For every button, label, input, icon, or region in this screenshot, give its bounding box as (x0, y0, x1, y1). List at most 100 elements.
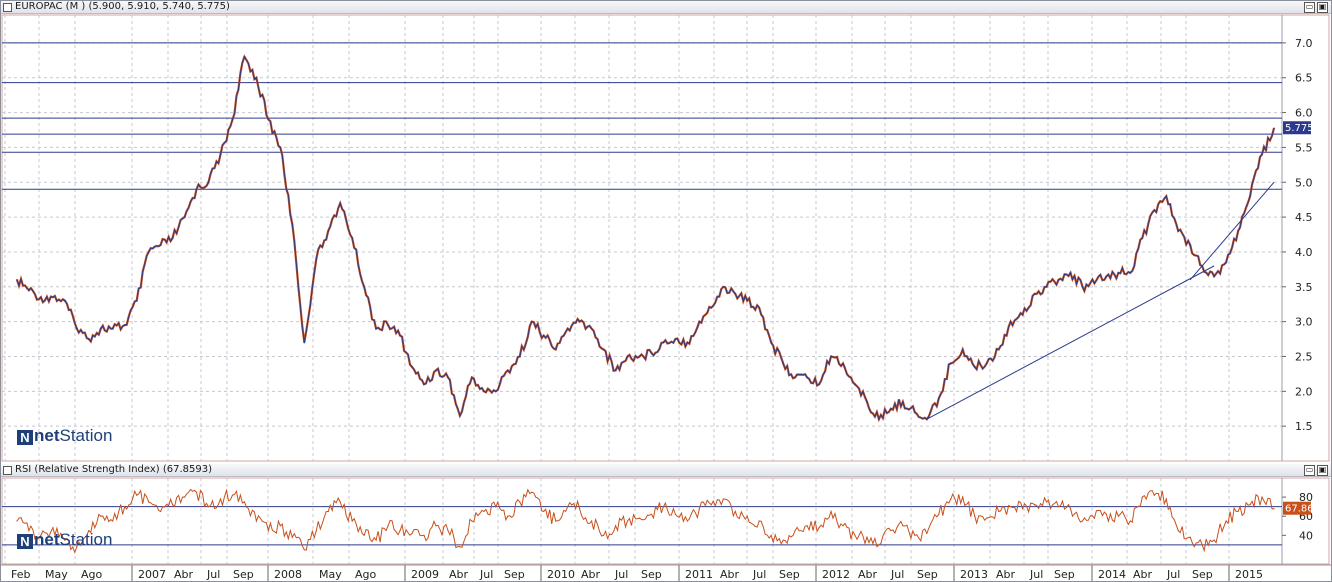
rsi-point (399, 529, 401, 532)
x-tick-label: Abr (720, 568, 740, 581)
rsi-point (363, 534, 365, 536)
rsi-point (327, 510, 329, 513)
price-point (758, 306, 761, 309)
price-point (937, 397, 940, 400)
x-tick-label: Sep (1192, 568, 1213, 581)
price-point (52, 296, 54, 299)
rsi-point (1117, 515, 1119, 517)
rsi-point (375, 539, 377, 541)
rsi-point (938, 513, 940, 515)
price-point (171, 237, 174, 239)
x-tick-label: Jul (614, 568, 628, 581)
price-point (28, 289, 30, 292)
rsi-point (112, 520, 114, 522)
price-point (291, 223, 294, 225)
rsi-point (1261, 496, 1263, 498)
rsi-point (1093, 517, 1096, 519)
price-point (686, 341, 689, 344)
rsi-point (662, 506, 665, 508)
x-tick-label: May (319, 568, 342, 581)
netstation-logo-rsi: NnetStation (17, 530, 112, 550)
logo-station: Station (59, 530, 113, 549)
price-point (111, 327, 114, 330)
price-y-tick-label: 5.5 (1295, 141, 1313, 154)
price-point (255, 76, 258, 79)
rsi-point (279, 525, 281, 527)
rsi-point (1057, 506, 1060, 508)
price-point (339, 202, 342, 204)
price-point (435, 369, 437, 372)
x-tick-label: May (45, 568, 68, 581)
logo-station: Station (59, 426, 113, 445)
rsi-point (1273, 508, 1275, 510)
price-point (1093, 282, 1096, 285)
price-point (830, 355, 832, 358)
price-point (375, 327, 377, 330)
price-point (1141, 237, 1144, 239)
rsi-point (423, 534, 425, 536)
netstation-logo: NnetStation (17, 426, 112, 446)
x-tick-label: 2014 (1098, 568, 1126, 581)
price-point (399, 334, 401, 337)
price-point (159, 244, 162, 246)
rsi-point (1141, 496, 1143, 498)
trendline (1189, 181, 1275, 281)
rsi-point (770, 534, 772, 536)
last-price-marker: 5.775 (1283, 121, 1314, 135)
price-point (638, 355, 641, 358)
rsi-point (1010, 506, 1012, 508)
x-tick-label: Jul (479, 568, 493, 581)
rsi-point (1081, 520, 1084, 522)
rsi-point (387, 525, 389, 527)
rsi-point (219, 498, 222, 500)
rsi-point (794, 529, 796, 532)
rsi-point (339, 501, 341, 503)
price-point (183, 216, 186, 218)
rsi-point (124, 506, 126, 508)
price-point (734, 292, 737, 295)
price-point (530, 320, 533, 323)
rsi-point (710, 504, 712, 506)
rsi-point (172, 504, 174, 506)
price-point (1273, 127, 1275, 130)
x-tick-label: Abr (858, 568, 878, 581)
price-point (997, 348, 1000, 351)
price-y-tick-label: 2.0 (1295, 385, 1313, 398)
rsi-point (183, 496, 186, 498)
x-tick-label: Jul (1029, 568, 1043, 581)
rsi-point (315, 529, 317, 532)
rsi-point (626, 520, 629, 522)
rsi-point (495, 506, 497, 508)
price-y-tick-label: 1.5 (1295, 420, 1313, 433)
rsi-point (986, 517, 988, 519)
x-tick-label: 2012 (822, 568, 850, 581)
rsi-point (531, 491, 533, 493)
price-point (770, 341, 772, 344)
rsi-point (722, 498, 724, 500)
price-point (1237, 230, 1239, 232)
x-tick-label: Sep (779, 568, 800, 581)
rsi-point (614, 525, 617, 527)
price-y-tick-label: 2.5 (1295, 350, 1313, 363)
rsi-point (459, 546, 461, 548)
price-point (961, 348, 964, 351)
rsi-point (698, 507, 700, 510)
price-point (662, 341, 665, 344)
price-point (794, 376, 796, 379)
rsi-point (160, 510, 162, 513)
rsi-series-line (16, 488, 1275, 554)
x-tick-label: Sep (1054, 568, 1075, 581)
price-point (1033, 292, 1036, 295)
price-point (471, 376, 473, 379)
price-point (1009, 320, 1012, 323)
price-point (219, 153, 222, 156)
rsi-point (638, 517, 641, 519)
x-tick-label: 2015 (1235, 568, 1263, 581)
rsi-point (447, 529, 449, 532)
rsi-point (950, 498, 952, 500)
rsi-point (1153, 494, 1155, 496)
price-point (1117, 272, 1120, 274)
price-point (973, 366, 976, 368)
x-tick-label: 2011 (685, 568, 713, 581)
rsi-point (1225, 520, 1227, 522)
